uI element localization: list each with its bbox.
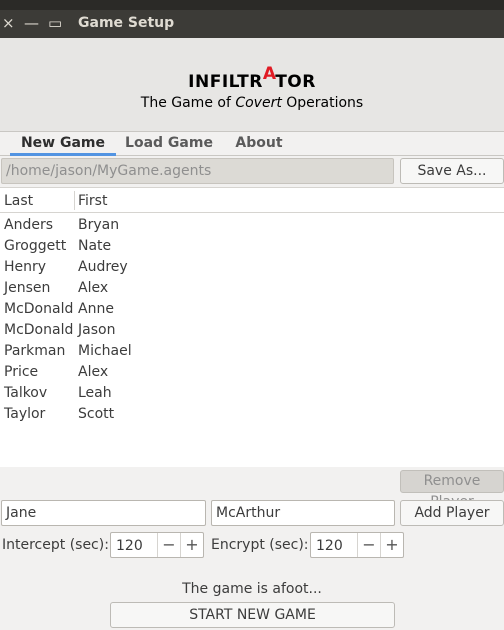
app-tagline: The Game of Covert Operations [0, 95, 504, 111]
minimize-icon[interactable]: — [24, 15, 39, 31]
logo-text-start: INFILTR [188, 72, 263, 92]
save-as-button[interactable]: Save As... [400, 158, 504, 184]
cell-first-name: Jason [78, 322, 116, 338]
cell-first-name: Leah [78, 385, 112, 401]
cell-first-name: Scott [78, 406, 115, 422]
cell-last-name: Price [4, 364, 39, 380]
cell-last-name: Talkov [4, 385, 48, 401]
encrypt-label: Encrypt (sec): [211, 537, 309, 553]
table-row[interactable]: Taylor Scott [0, 404, 504, 425]
start-new-game-button[interactable]: START NEW GAME [110, 602, 395, 628]
column-header-first[interactable]: First [78, 193, 107, 209]
cell-last-name: Jensen [4, 280, 51, 296]
cell-last-name: McDonald [4, 322, 74, 338]
table-row[interactable]: Anders Bryan [0, 215, 504, 236]
column-divider [74, 191, 75, 210]
table-row[interactable]: Parkman Michael [0, 341, 504, 362]
cell-last-name: Parkman [4, 343, 66, 359]
tab-new-game[interactable]: New Game [10, 135, 116, 156]
tab-about[interactable]: About [226, 135, 292, 156]
table-row[interactable]: McDonald Anne [0, 299, 504, 320]
cell-first-name: Audrey [78, 259, 128, 275]
cell-first-name: Alex [78, 364, 109, 380]
tagline-end: Operations [281, 95, 364, 111]
app-banner: INFILTRATOR The Game of Covert Operation… [0, 38, 504, 132]
encrypt-increment-button[interactable]: + [380, 533, 403, 557]
tab-bar: New Game Load Game About [0, 132, 504, 156]
cell-last-name: Groggett [4, 238, 67, 254]
remove-player-button[interactable]: Remove Player [400, 470, 504, 510]
intercept-label: Intercept (sec): [2, 537, 109, 553]
encrypt-decrement-button[interactable]: − [357, 533, 380, 557]
add-player-button[interactable]: Add Player [400, 500, 504, 526]
cell-last-name: Taylor [4, 406, 46, 422]
window-title: Game Setup [78, 15, 175, 31]
cell-first-name: Michael [78, 343, 132, 359]
table-row[interactable]: Jensen Alex [0, 278, 504, 299]
player-table: Last First Anders Bryan Groggett Nate Henry A… [0, 187, 504, 467]
tagline-emphasis: Covert [235, 95, 282, 111]
logo-text-end: TOR [275, 72, 316, 92]
app-logo: INFILTRATOR [0, 64, 504, 92]
intercept-spinner[interactable]: 120 − + [110, 532, 204, 558]
window-titlebar: × — ▭ Game Setup [0, 0, 504, 38]
intercept-increment-button[interactable]: + [180, 533, 203, 557]
tab-load-game[interactable]: Load Game [122, 135, 216, 156]
cell-first-name: Anne [78, 301, 114, 317]
cell-first-name: Bryan [78, 217, 120, 233]
table-row[interactable]: Groggett Nate [0, 236, 504, 257]
intercept-decrement-button[interactable]: − [157, 533, 180, 557]
cell-last-name: Henry [4, 259, 47, 275]
table-row[interactable]: Talkov Leah [0, 383, 504, 404]
table-row[interactable]: Henry Audrey [0, 257, 504, 278]
cell-last-name: McDonald [4, 301, 74, 317]
cell-last-name: Anders [4, 217, 53, 233]
table-row[interactable]: Price Alex [0, 362, 504, 383]
column-header-last[interactable]: Last [4, 193, 33, 209]
status-message: The game is afoot... [182, 581, 322, 597]
logo-red-letter: A [262, 64, 276, 84]
intercept-value[interactable]: 120 [116, 538, 143, 554]
cell-first-name: Alex [78, 280, 109, 296]
cell-first-name: Nate [78, 238, 112, 254]
table-row[interactable]: McDonald Jason [0, 320, 504, 341]
encrypt-value[interactable]: 120 [316, 538, 343, 554]
tagline-start: The Game of [140, 95, 236, 111]
close-icon[interactable]: × [2, 15, 15, 31]
first-name-input[interactable]: Jane [1, 500, 206, 526]
titlebar-top-strip [0, 0, 504, 10]
last-name-input[interactable]: McArthur [211, 500, 395, 526]
encrypt-spinner[interactable]: 120 − + [310, 532, 404, 558]
maximize-icon[interactable]: ▭ [48, 15, 62, 31]
table-header: Last First [0, 188, 504, 213]
file-path-field: /home/jason/MyGame.agents [1, 158, 394, 184]
